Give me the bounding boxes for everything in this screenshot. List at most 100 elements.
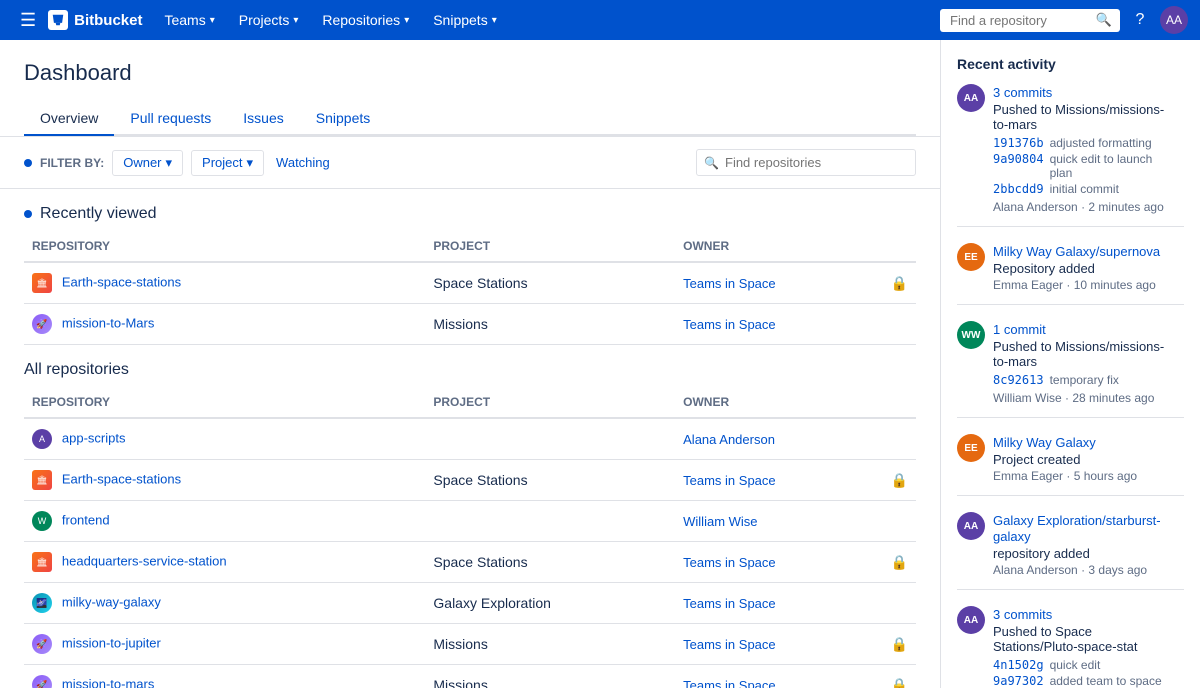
owner-link[interactable]: Teams in Space [683, 473, 776, 488]
activity-link[interactable]: Milky Way Galaxy [993, 435, 1096, 450]
snippets-chevron: ▾ [492, 15, 497, 26]
navbar: ☰ Bitbucket Teams ▾ Projects ▾ Repositor… [0, 0, 1200, 40]
owner-filter-btn[interactable]: Owner ▾ [112, 150, 183, 176]
repo-name-link[interactable]: frontend [62, 513, 110, 528]
commit-hash[interactable]: 4n1502g [993, 658, 1044, 672]
activity-item: AA Galaxy Exploration/starburst-galaxy r… [957, 512, 1184, 590]
lock-cell: 🔒 [871, 262, 916, 304]
table-row: 🏛 Earth-space-stations Space Stations Te… [24, 262, 916, 304]
lock-icon: 🔒 [891, 636, 908, 652]
snippets-nav[interactable]: Snippets ▾ [423, 0, 507, 40]
commit-message: temporary fix [1050, 373, 1119, 387]
all-repos-title: All repositories [24, 345, 916, 387]
repo-name-link[interactable]: mission-to-mars [62, 677, 154, 688]
lock-icon: 🔒 [891, 472, 908, 488]
table-row: 🚀 mission-to-jupiter Missions Teams in S… [24, 624, 916, 665]
lock-cell: 🔒 [871, 624, 916, 665]
recent-activity-title: Recent activity [957, 56, 1184, 72]
repo-name-link[interactable]: Earth-space-stations [62, 275, 181, 290]
logo[interactable]: Bitbucket [48, 10, 142, 30]
activity-link[interactable]: 3 commits [993, 607, 1052, 622]
owner-link[interactable]: Alana Anderson [683, 432, 775, 447]
projects-nav[interactable]: Projects ▾ [229, 0, 309, 40]
activity-avatar: AA [957, 606, 985, 634]
owner-link[interactable]: Teams in Space [683, 637, 776, 652]
projects-chevron: ▾ [293, 15, 298, 26]
activity-link[interactable]: 1 commit [993, 322, 1046, 337]
lock-icon: 🔒 [891, 275, 908, 291]
activity-link[interactable]: 3 commits [993, 85, 1052, 100]
activity-divider [957, 226, 1184, 227]
activity-meta: Emma Eager · 10 minutes ago [993, 278, 1176, 292]
lock-icon: 🔒 [891, 554, 908, 570]
table-row: 🚀 mission-to-mars Missions Teams in Spac… [24, 665, 916, 688]
commit-hash[interactable]: 9a97302 [993, 674, 1044, 688]
activity-content: 3 commits Pushed to Missions/missions-to… [985, 84, 1176, 214]
owner-link[interactable]: Teams in Space [683, 317, 776, 332]
repo-name-link[interactable]: mission-to-Mars [62, 316, 154, 331]
recently-col-lock [871, 231, 916, 262]
tabs: Overview Pull requests Issues Snippets [24, 102, 916, 136]
owner-chevron-icon: ▾ [166, 155, 173, 171]
owner-link[interactable]: Teams in Space [683, 276, 776, 291]
repo-name-link[interactable]: Earth-space-stations [62, 472, 181, 487]
all-col-repo: Repository [24, 387, 425, 418]
activity-divider [957, 304, 1184, 305]
user-avatar[interactable]: AA [1160, 6, 1188, 34]
activity-content: Milky Way Galaxy/supernova Repository ad… [985, 243, 1176, 292]
commit-message: initial commit [1050, 182, 1119, 196]
repo-name-link[interactable]: headquarters-service-station [62, 554, 227, 569]
owner-link[interactable]: Teams in Space [683, 678, 776, 688]
activity-link[interactable]: Galaxy Exploration/starburst-galaxy [993, 513, 1161, 544]
activity-meta: William Wise · 28 minutes ago [993, 391, 1176, 405]
recently-viewed-section: Recently viewed Repository Project Owner… [0, 189, 940, 345]
global-search-icon: 🔍 [1096, 12, 1112, 28]
activity-desc: Pushed to Missions/missions-to-mars [993, 339, 1176, 369]
commit-hash[interactable]: 9a90804 [993, 152, 1044, 180]
activity-meta: Alana Anderson · 2 minutes ago [993, 200, 1176, 214]
lock-cell: 🔒 [871, 542, 916, 583]
main-layout: Dashboard Overview Pull requests Issues … [0, 40, 1200, 688]
commit-hash[interactable]: 2bbcdd9 [993, 182, 1044, 196]
menu-icon[interactable]: ☰ [12, 6, 44, 35]
owner-link[interactable]: Teams in Space [683, 555, 776, 570]
help-icon[interactable]: ? [1124, 4, 1156, 36]
filter-dot [24, 159, 32, 167]
owner-link[interactable]: William Wise [683, 514, 757, 529]
repo-name-link[interactable]: mission-to-jupiter [62, 636, 161, 651]
commit-hash[interactable]: 191376b [993, 136, 1044, 150]
repo-project: Galaxy Exploration [425, 583, 675, 624]
repositories-nav[interactable]: Repositories ▾ [312, 0, 419, 40]
activity-desc: Pushed to Space Stations/Pluto-space-sta… [993, 624, 1176, 654]
tab-issues[interactable]: Issues [227, 102, 299, 136]
commit-item: 9a90804 quick edit to launch plan [993, 152, 1176, 180]
commit-message: added team to space station [1050, 674, 1176, 688]
activity-meta: Emma Eager · 5 hours ago [993, 469, 1176, 483]
commit-hash[interactable]: 8c92613 [993, 373, 1044, 387]
all-repos-table: Repository Project Owner A app-scripts A… [24, 387, 916, 688]
lock-cell [871, 501, 916, 542]
global-search-input[interactable] [940, 9, 1120, 32]
repo-project: Missions [425, 624, 675, 665]
activity-list: AA 3 commits Pushed to Missions/missions… [957, 84, 1184, 688]
find-repos-input[interactable] [696, 149, 916, 176]
table-row: 🏛 Earth-space-stations Space Stations Te… [24, 460, 916, 501]
activity-meta: Alana Anderson · 3 days ago [993, 563, 1176, 577]
watching-filter[interactable]: Watching [276, 155, 330, 170]
repo-project: Space Stations [425, 262, 675, 304]
repo-name-link[interactable]: milky-way-galaxy [62, 595, 161, 610]
project-filter-btn[interactable]: Project ▾ [191, 150, 264, 176]
owner-link[interactable]: Teams in Space [683, 596, 776, 611]
commit-item: 4n1502g quick edit [993, 658, 1176, 672]
lock-cell [871, 583, 916, 624]
tab-pull-requests[interactable]: Pull requests [114, 102, 227, 136]
teams-nav[interactable]: Teams ▾ [154, 0, 224, 40]
all-col-owner: Owner [675, 387, 871, 418]
repo-name-link[interactable]: app-scripts [62, 431, 126, 446]
activity-content: 1 commit Pushed to Missions/missions-to-… [985, 321, 1176, 405]
recently-viewed-table: Repository Project Owner 🏛 Earth-space-s… [24, 231, 916, 345]
tab-snippets[interactable]: Snippets [300, 102, 386, 136]
tab-overview[interactable]: Overview [24, 102, 114, 136]
recently-col-repo: Repository [24, 231, 425, 262]
activity-link[interactable]: Milky Way Galaxy/supernova [993, 244, 1160, 259]
